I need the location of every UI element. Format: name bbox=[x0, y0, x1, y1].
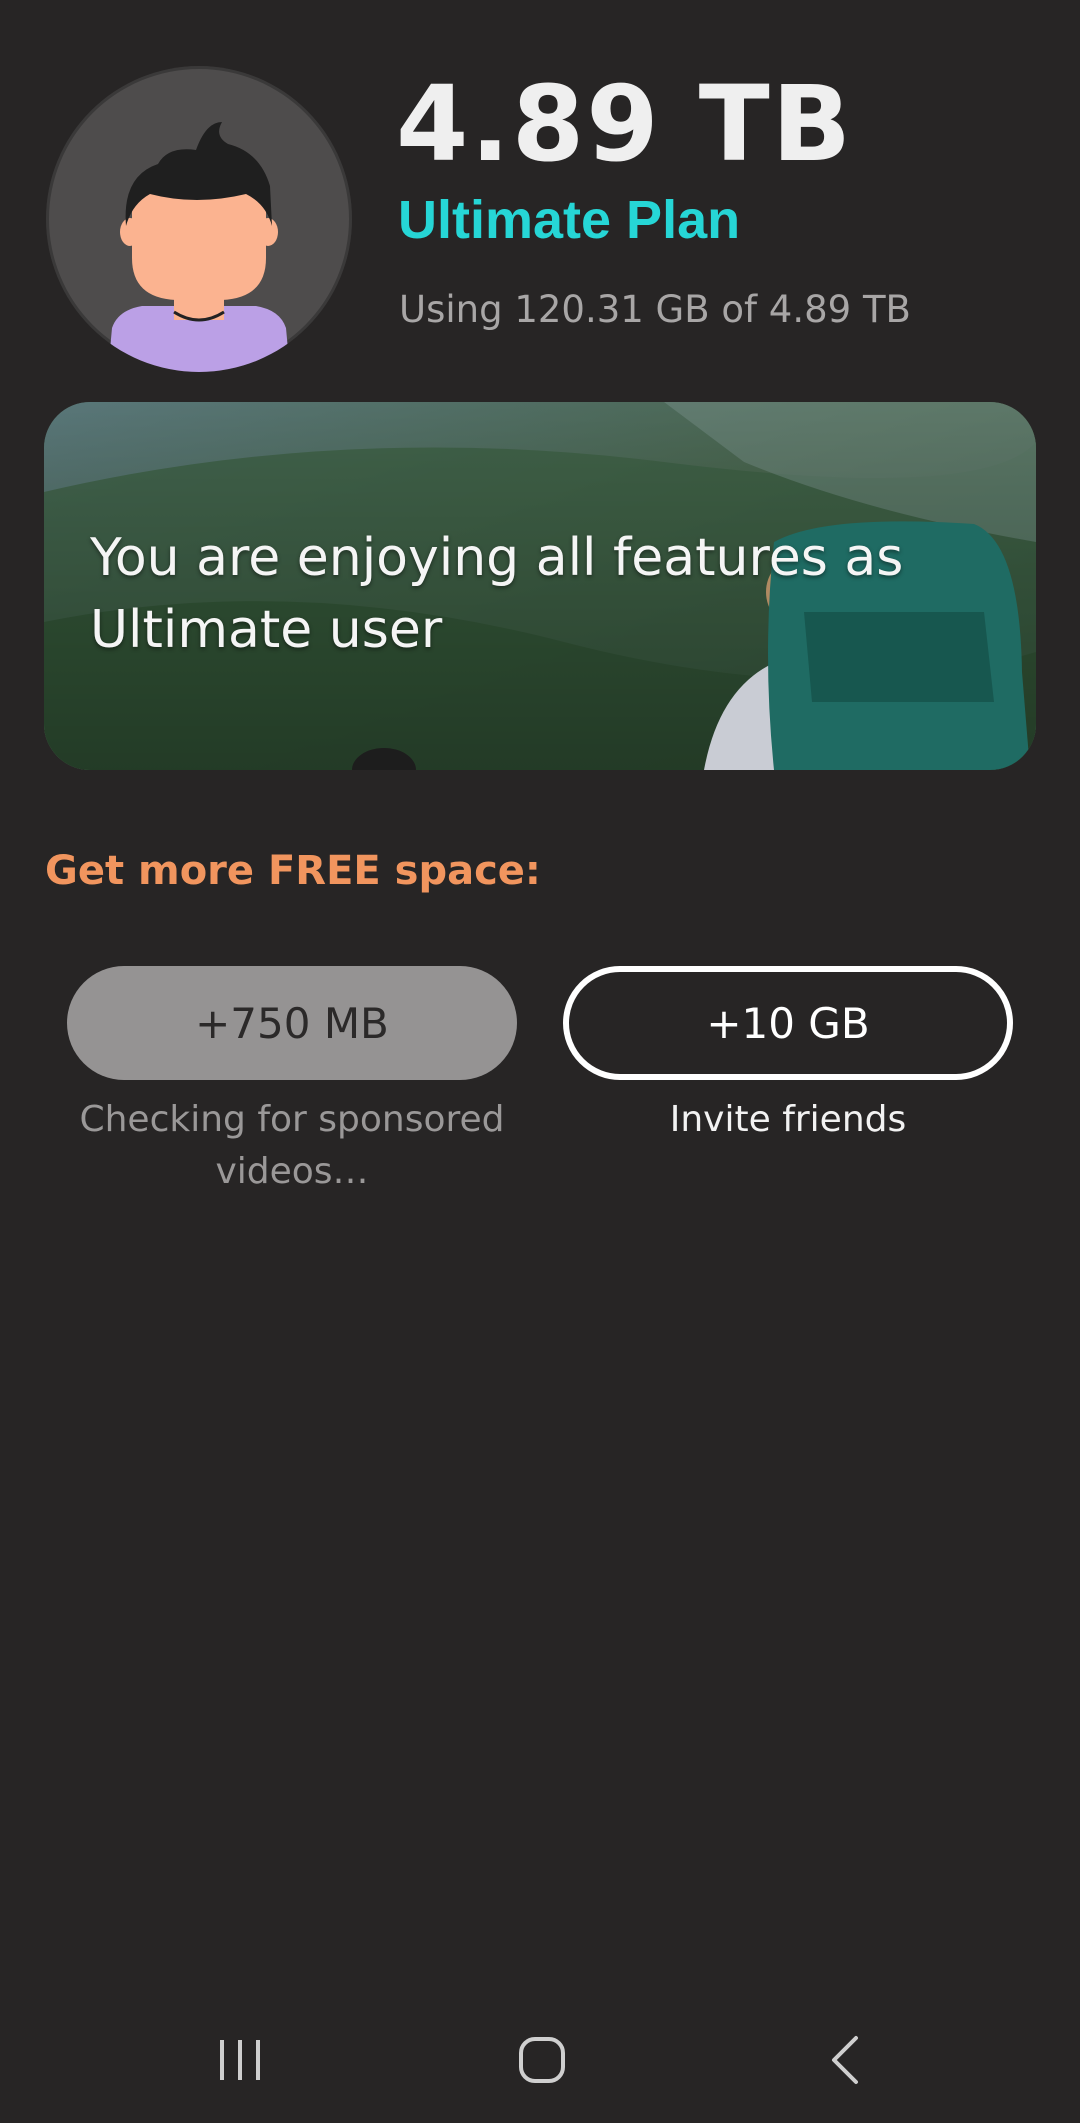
plan-banner[interactable]: You are enjoying all features as Ultimat… bbox=[44, 402, 1036, 770]
sponsored-video-caption: Checking for sponsored videos… bbox=[79, 1099, 505, 1192]
recents-icon bbox=[220, 2040, 260, 2080]
plan-name: Ultimate Plan bbox=[398, 190, 741, 250]
home-button[interactable] bbox=[502, 2020, 582, 2100]
storage-usage-text: Using 120.31 GB of 4.89 TB bbox=[399, 288, 911, 331]
back-button[interactable] bbox=[806, 2020, 886, 2100]
person-avatar-icon bbox=[108, 122, 290, 372]
invite-friends-caption: Invite friends bbox=[669, 1099, 907, 1140]
recents-button[interactable] bbox=[200, 2020, 280, 2100]
storage-total: 4.89 TB bbox=[396, 63, 854, 185]
account-storage-screen: 4.89 TB Ultimate Plan Using 120.31 GB of… bbox=[0, 0, 1080, 2123]
back-icon bbox=[832, 2036, 858, 2084]
banner-message: You are enjoying all features as Ultimat… bbox=[90, 528, 904, 660]
system-navigation-bar bbox=[0, 1990, 1080, 2123]
invite-friends-button[interactable]: +10 GB bbox=[563, 966, 1013, 1080]
home-icon bbox=[519, 2037, 565, 2083]
sponsored-video-button[interactable]: +750 MB bbox=[67, 966, 517, 1080]
avatar[interactable] bbox=[46, 66, 352, 372]
free-space-heading: Get more FREE space: bbox=[45, 848, 541, 894]
